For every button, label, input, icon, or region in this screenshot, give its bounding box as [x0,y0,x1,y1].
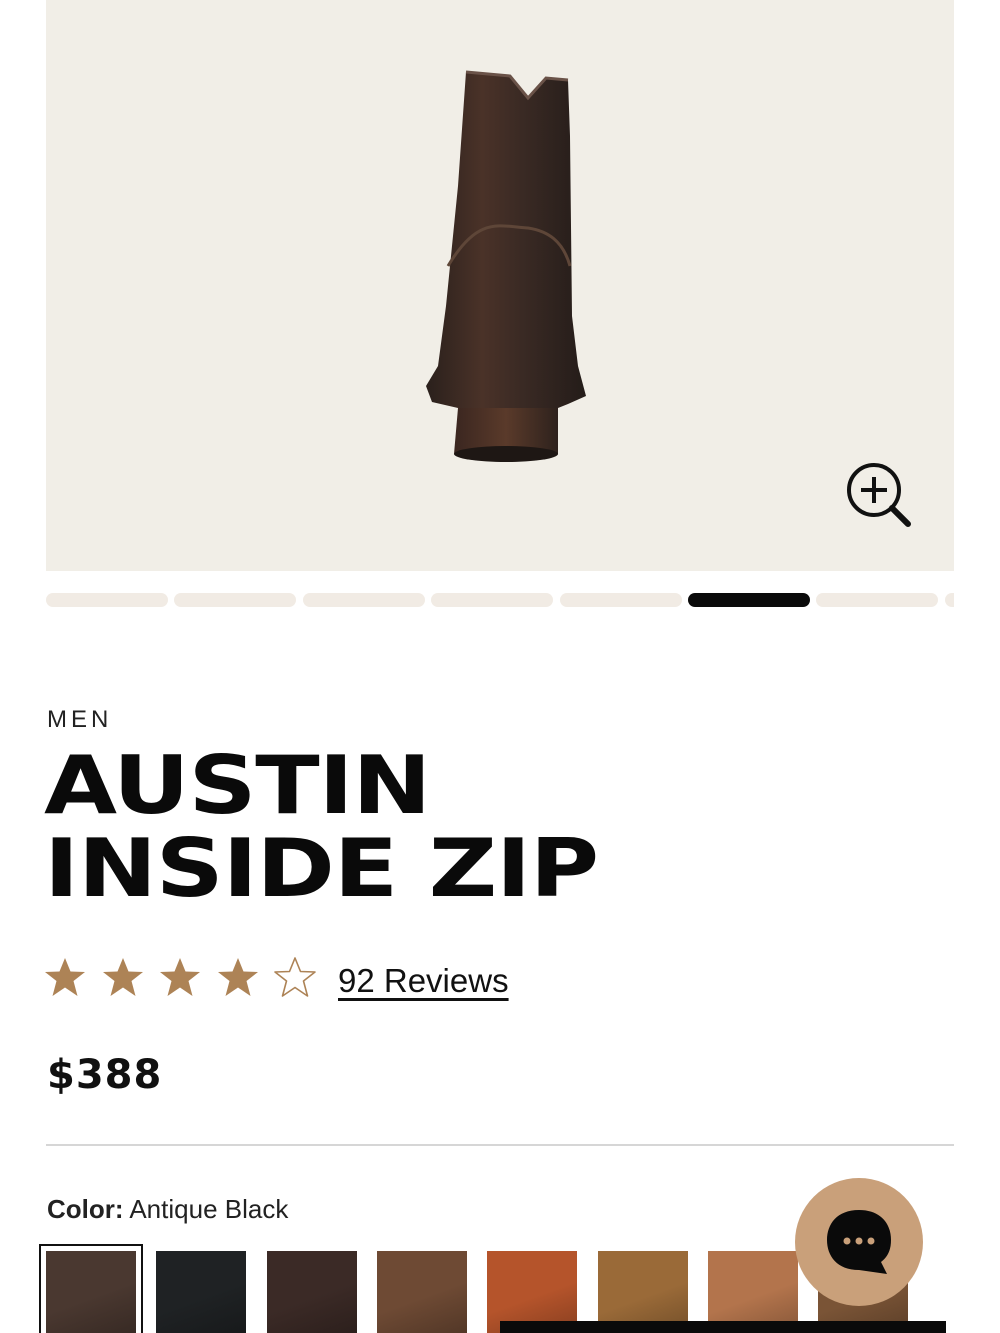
gallery-indicator-segment[interactable] [816,593,939,607]
color-swatch[interactable] [156,1251,247,1333]
color-label: Color: [47,1194,124,1224]
star-filled-icon [102,958,143,996]
color-swatch[interactable] [266,1251,357,1333]
gallery-indicator-segment[interactable] [559,593,682,607]
color-label-row: Color: Antique Black [47,1194,288,1225]
product-image-gallery[interactable] [46,0,954,571]
gallery-indicator-segment[interactable] [944,593,954,607]
star-filled-icon [217,958,258,996]
product-category: MEN [47,706,113,733]
gallery-indicator-segment[interactable] [46,593,168,607]
gallery-indicator-segment[interactable] [688,593,810,607]
zoom-in-icon[interactable] [844,460,914,530]
star-outline-icon [274,957,316,997]
gallery-indicator-segment[interactable] [431,593,554,607]
chat-button[interactable] [795,1178,923,1306]
product-price: $388 [47,1052,163,1098]
bottom-sticky-bar [500,1321,946,1333]
star-filled-icon [160,958,200,996]
gallery-progress-indicator[interactable] [46,593,954,609]
divider [46,1144,954,1146]
color-swatch[interactable] [376,1251,467,1333]
gallery-indicator-segment[interactable] [174,593,297,607]
gallery-indicator-segment[interactable] [302,593,425,607]
chat-bubble-icon [827,1210,891,1274]
product-title: AUSTIN INSIDE ZIP [44,739,599,915]
color-swatch[interactable] [39,1244,143,1333]
product-title-line-1: AUSTIN [44,739,431,832]
reviews-link[interactable]: 92 Reviews [338,962,509,1000]
product-title-line-2: INSIDE ZIP [44,822,599,915]
product-image [426,70,586,462]
star-filled-icon [45,958,85,996]
selected-color-value: Antique Black [129,1194,289,1224]
